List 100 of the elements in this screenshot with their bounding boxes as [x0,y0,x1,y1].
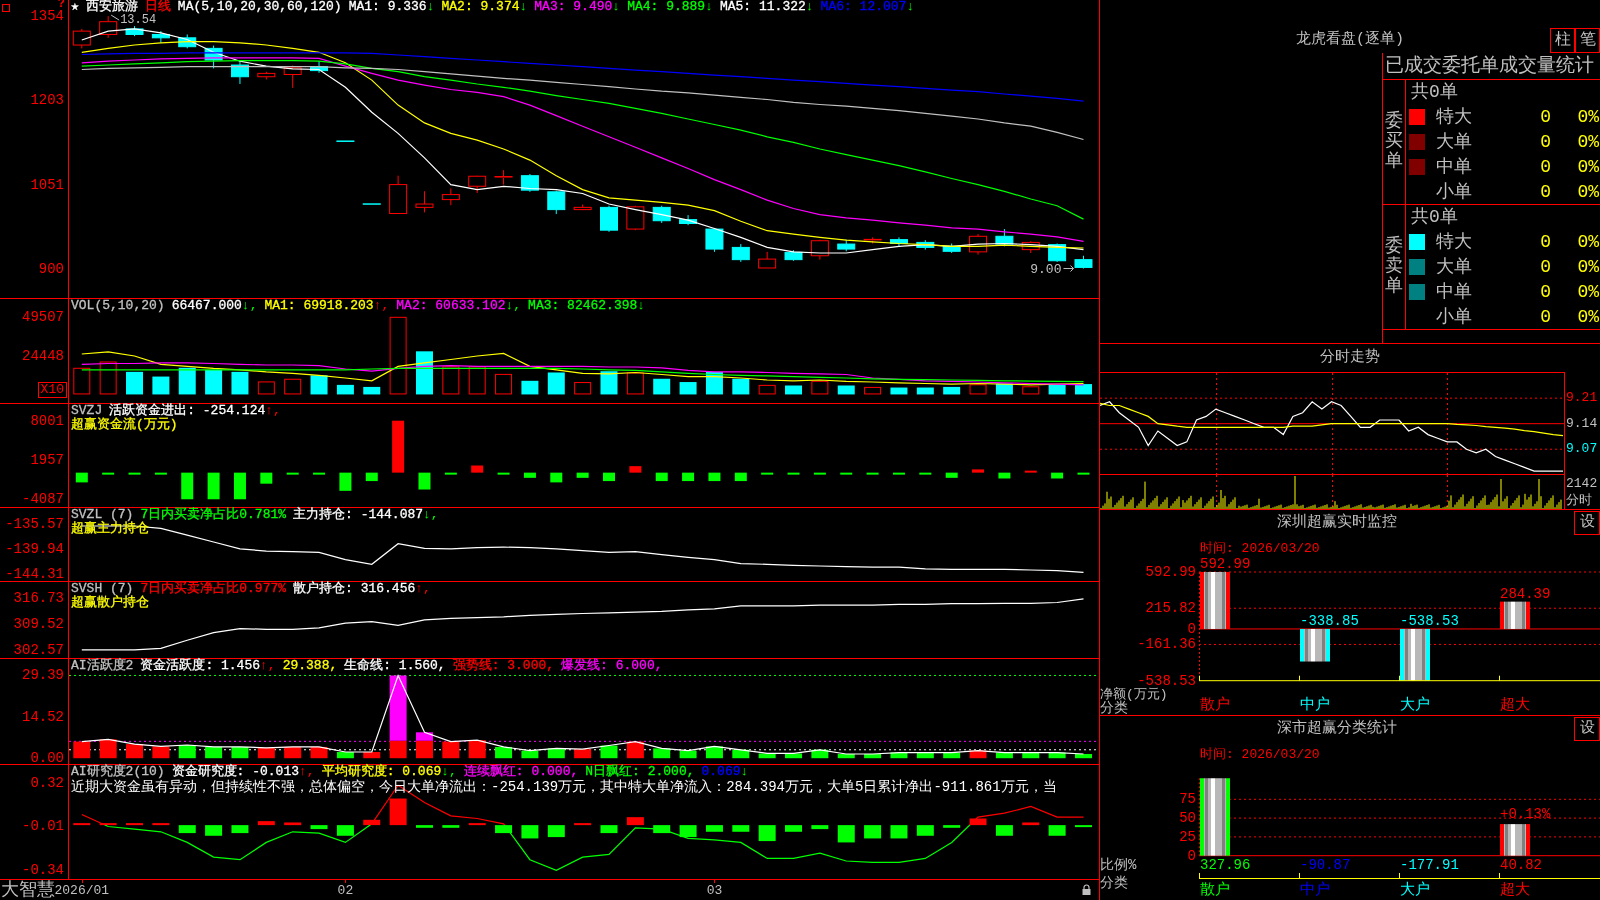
trend-arrow: ↑, [415,582,431,596]
legend-text: ★ [71,0,79,14]
candlestick [178,33,197,49]
candlestick [283,65,302,89]
research-bar [785,825,802,832]
chart-mode-button[interactable]: 笔 [1575,28,1600,53]
candlestick [230,60,249,85]
arrow-icon [1063,265,1074,273]
net-amount-bar [1500,601,1530,629]
axis-label: 900 [38,261,64,276]
panel-title: 龙虎看盘(逐单) [1296,31,1404,49]
settings-button[interactable]: 设 [1574,511,1600,535]
category-label: 中户 [1300,698,1330,714]
research-bar [758,825,776,842]
trend-arrow: ↓ [906,0,915,14]
order-count: 0 [1539,281,1551,302]
volume-bar [653,378,671,395]
money-flow-bar [207,472,220,500]
volume-bar [995,383,1013,395]
legend-text: MA1: 69918.203 [264,299,374,313]
axis-label: 9.07 [1566,442,1598,457]
research-bar [811,825,829,830]
research-bar [468,823,486,826]
date-text: 时间: 2026/03/20 [1200,747,1320,762]
order-size-label: 小单 [1436,181,1473,202]
candlestick [573,204,592,211]
legend-text: MA(5,10,20,30,60,120) [177,0,342,14]
candlestick [415,190,434,213]
axis-label: 0 [1186,848,1196,863]
axis-label: -135.57 [5,516,64,531]
money-flow-bar [734,472,747,482]
axis-label: 8001 [30,413,64,428]
axis-label: 9.14 [1566,416,1598,431]
axis-label: 49507 [22,309,64,324]
research-bar [679,825,697,838]
money-flow-bar [761,472,774,475]
research-bar [943,825,961,828]
activity-bar [178,745,196,759]
candlestick [441,187,460,206]
research-bar [521,825,539,839]
order-total: 共0单 [1411,207,1458,227]
activity-bar [837,754,855,759]
order-total: 共0单 [1411,82,1458,102]
legend-text: 29.388, [282,659,338,673]
volume-bar [1048,384,1066,395]
order-size-label: 小单 [1436,306,1473,327]
volume-bar [205,369,223,395]
research-bar [547,825,565,838]
axis-title: 分类 [1100,876,1128,891]
volume-bar [521,380,539,395]
research-bar [284,822,302,826]
research-bar [890,825,908,839]
candlestick [389,175,408,214]
volume-bar [1075,384,1092,395]
trend-arrow: ↓ [705,0,713,14]
candlestick [679,214,698,226]
axis-label: 0 [1186,621,1196,636]
candlestick [520,173,539,193]
candlestick [942,243,961,254]
order-count: 0 [1539,156,1551,177]
order-count: 0 [1539,231,1551,252]
legend-text: SVZJ [71,404,103,418]
trend-arrow: ↑, [260,659,276,673]
activity-bar [943,752,961,759]
axis-label: 29.39 [22,668,64,683]
money-flow-bar [576,472,589,478]
money-flow-bar [365,472,378,482]
activity-bar [679,750,697,759]
trend-arrow: ↓ [519,0,528,14]
volume-bar [600,371,618,395]
trend-arrow: ↓, [441,765,457,779]
category-label: 散户 [1200,698,1230,714]
candlestick [72,28,91,49]
trend-arrow: ↑, [373,299,390,313]
money-flow-bar [550,472,563,483]
research-bar [837,825,855,843]
category-label: 大户 [1400,698,1430,714]
money-flow-bar [840,472,853,475]
activity-bar [811,749,829,759]
section-title: 分时走势 [1320,349,1380,367]
chart-mode-button[interactable]: 柱 [1550,28,1575,53]
activity-bar [1075,754,1092,759]
activity-bar [1048,752,1066,759]
money-flow-bar [655,472,668,482]
order-size-label: 中单 [1436,281,1473,302]
legend-text: 66467.000 [171,299,242,313]
volume-bar [99,361,117,395]
volume-axis-label: 分时 [1566,493,1592,508]
volume-bar [363,386,381,395]
research-bar [336,825,354,836]
money-flow-bar [102,472,115,475]
candlestick [837,239,856,252]
category-label: 散户 [1200,883,1230,899]
candlestick [863,236,882,244]
order-size-label: 特大 [1436,106,1473,127]
value-label: -538.53 [1400,613,1459,628]
settings-button[interactable]: 设 [1574,717,1600,741]
candlestick [547,190,566,215]
activity-bar [969,750,987,759]
trend-arrow: ↓, [505,299,522,313]
